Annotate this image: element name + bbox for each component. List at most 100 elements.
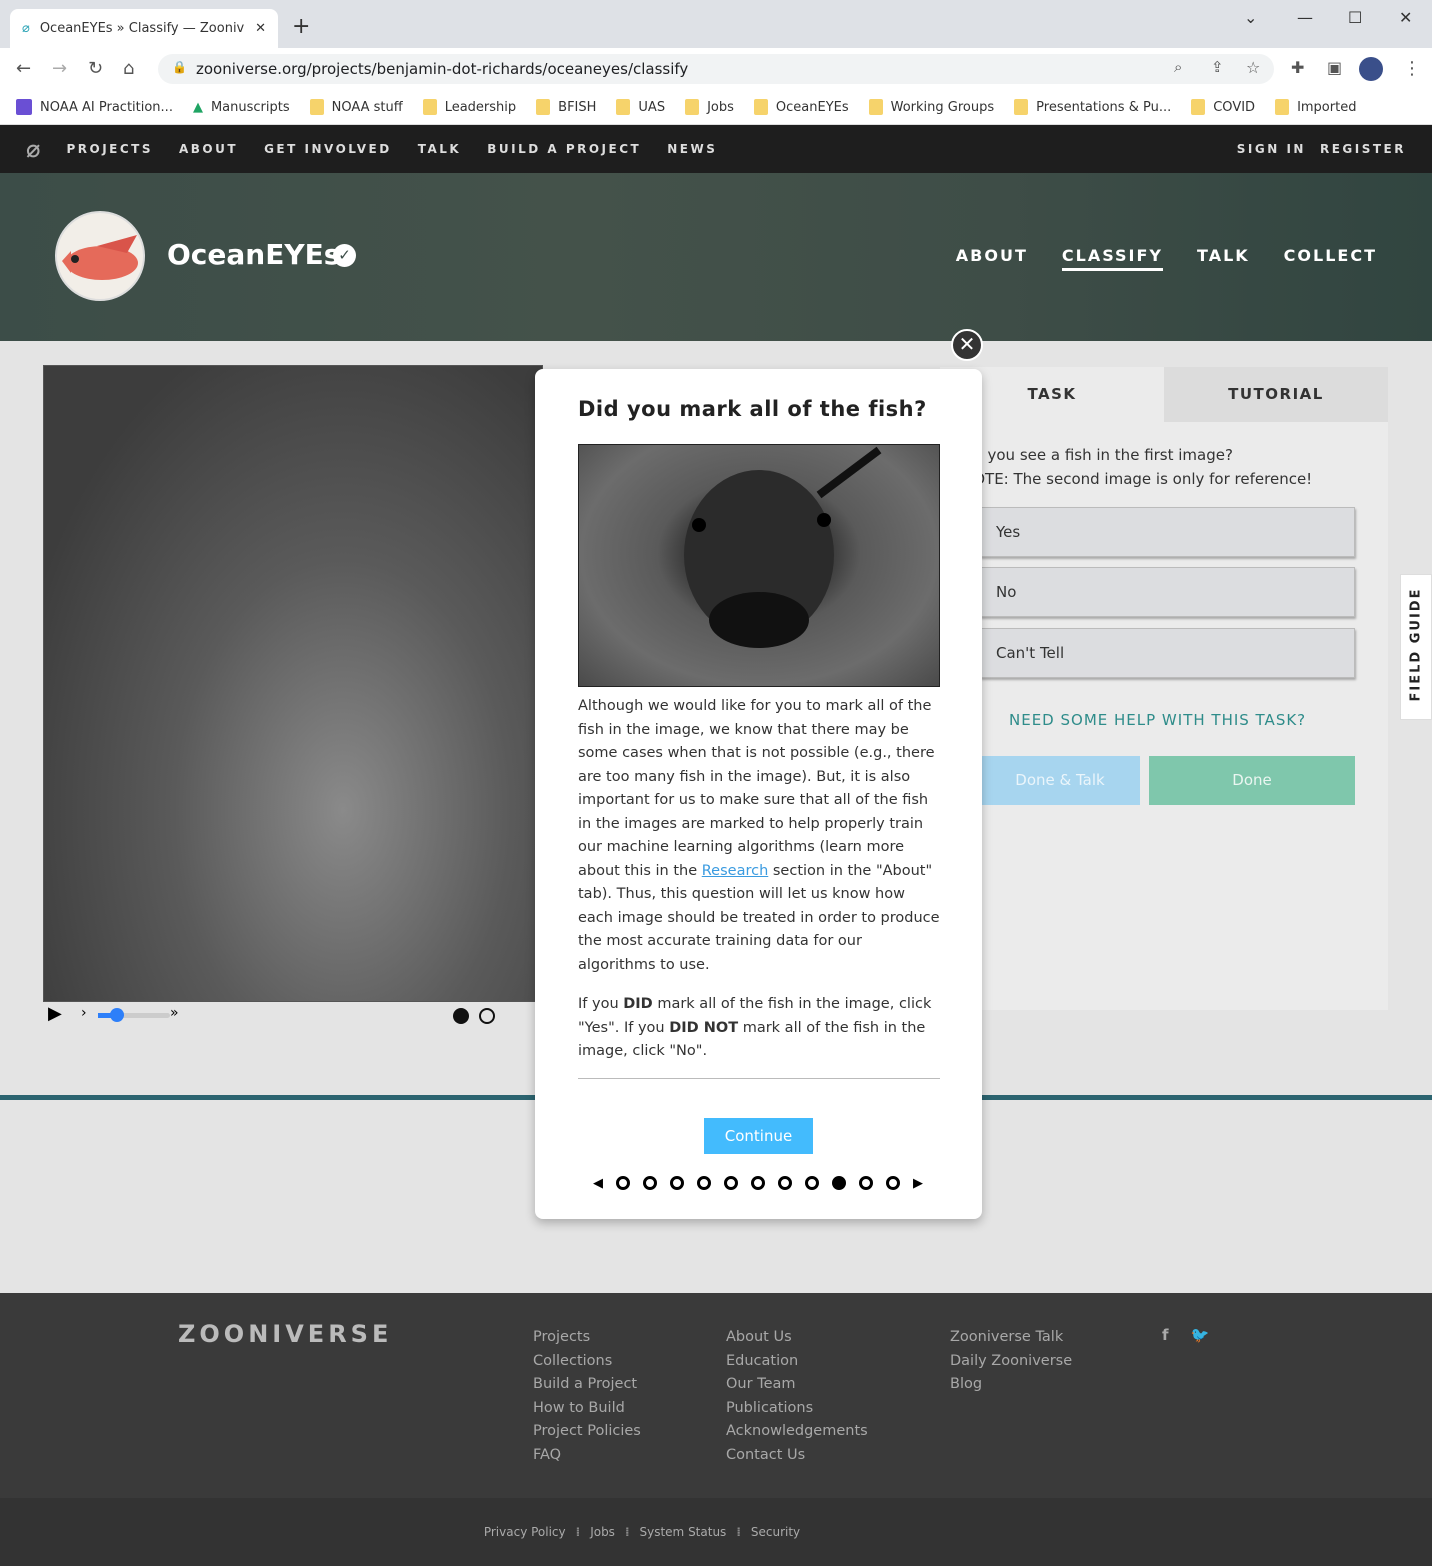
done-button[interactable]: Done [1149,756,1355,805]
bookmark[interactable]: NOAA AI Practition... [16,99,173,115]
answer-yes[interactable]: Yes [980,507,1355,557]
bookmark-star-icon[interactable]: ☆ [1246,58,1260,77]
nav-get-involved[interactable]: GET INVOLVED [264,142,392,156]
bookmark[interactable]: Leadership [422,99,516,115]
step-dot[interactable] [751,1176,765,1190]
project-avatar[interactable] [55,211,145,301]
profile-avatar[interactable] [1359,57,1383,81]
prev-step-icon[interactable]: ◀ [593,1176,603,1191]
fast-forward-icon[interactable]: » [170,1005,179,1021]
security-link[interactable]: Security [751,1525,800,1539]
register-link[interactable]: REGISTER [1320,142,1406,156]
step-dot[interactable] [670,1176,684,1190]
project-nav-talk[interactable]: TALK [1197,246,1250,271]
url-input[interactable]: 🔒 zooniverse.org/projects/benjamin-dot-ri… [158,54,1274,84]
bookmark[interactable]: COVID [1191,99,1255,115]
tab-tutorial[interactable]: TUTORIAL [1164,367,1388,422]
bookmark[interactable]: Jobs [685,99,734,115]
footer-link[interactable]: Collections [533,1350,641,1374]
bookmark[interactable]: UAS [616,99,665,115]
zooniverse-wordmark[interactable]: ZOONIVERSE [178,1320,392,1348]
nav-projects[interactable]: PROJECTS [66,142,153,156]
menu-icon[interactable]: ⋮ [1403,58,1421,79]
zoom-search-icon[interactable]: ⌕ [1174,58,1182,76]
nav-talk[interactable]: TALK [418,142,462,156]
zooniverse-logo-icon[interactable]: ⌀ [26,135,40,163]
twitter-icon[interactable]: 🐦 [1191,1326,1210,1344]
next-step-icon[interactable]: ▶ [913,1176,923,1191]
bookmark[interactable]: Imported [1275,99,1356,115]
footer-link[interactable]: Publications [726,1397,868,1421]
folder-icon [616,99,631,115]
forward-icon[interactable]: → [52,58,67,79]
play-icon[interactable]: ▶ [48,1003,62,1024]
step-dot[interactable] [643,1176,657,1190]
research-link[interactable]: Research [702,863,769,879]
back-icon[interactable]: ← [16,58,31,79]
footer-link[interactable]: How to Build [533,1397,641,1421]
help-link[interactable]: NEED SOME HELP WITH THIS TASK? [1009,711,1306,729]
nav-news[interactable]: NEWS [667,142,717,156]
field-guide-tab[interactable]: FIELD GUIDE [1400,574,1432,720]
project-nav-collect[interactable]: COLLECT [1284,246,1377,271]
new-tab-button[interactable]: + [292,14,310,39]
footer-link[interactable]: About Us [726,1326,868,1350]
footer-link[interactable]: Blog [950,1373,1072,1397]
jobs-link[interactable]: Jobs [590,1525,615,1539]
done-and-talk-button[interactable]: Done & Talk [980,756,1140,805]
footer-link[interactable]: FAQ [533,1444,641,1468]
privacy-policy-link[interactable]: Privacy Policy [484,1525,566,1539]
frame-dot-active[interactable] [453,1008,469,1024]
close-tab-icon[interactable]: ✕ [255,21,266,36]
bookmark[interactable]: Working Groups [868,99,994,115]
step-dot[interactable] [805,1176,819,1190]
step-dot[interactable] [697,1176,711,1190]
step-forward-icon[interactable]: › [81,1005,87,1021]
facebook-icon[interactable]: f [1162,1326,1169,1344]
home-icon[interactable]: ⌂ [123,58,134,79]
bookmark[interactable]: BFISH [536,99,596,115]
footer-link[interactable]: Daily Zooniverse [950,1350,1072,1374]
bookmark[interactable]: OceanEYEs [753,99,849,115]
speed-slider[interactable] [98,1008,170,1022]
footer-link[interactable]: Zooniverse Talk [950,1326,1072,1350]
browser-tab[interactable]: ⌀ OceanEYEs » Classify — Zooniverse ✕ [10,9,278,48]
project-nav-classify[interactable]: CLASSIFY [1061,246,1164,271]
footer-link[interactable]: Our Team [726,1373,868,1397]
close-window-button[interactable]: ✕ [1399,8,1412,27]
footer-link[interactable]: Education [726,1350,868,1374]
side-panel-icon[interactable]: ▣ [1327,58,1342,77]
frame-dot[interactable] [479,1008,495,1024]
sign-in-link[interactable]: SIGN IN [1237,142,1306,156]
share-icon[interactable]: ⇪ [1211,58,1224,76]
footer-link[interactable]: Acknowledgements [726,1420,868,1444]
maximize-button[interactable]: ☐ [1348,8,1362,27]
project-nav-about[interactable]: ABOUT [956,246,1028,271]
reload-icon[interactable]: ↻ [88,58,103,79]
nav-about[interactable]: ABOUT [179,142,238,156]
nav-build[interactable]: BUILD A PROJECT [487,142,641,156]
step-dot[interactable] [616,1176,630,1190]
bookmark[interactable]: ▲ Manuscripts [193,100,290,115]
step-dot[interactable] [859,1176,873,1190]
bookmark[interactable]: NOAA stuff [309,99,403,115]
system-status-link[interactable]: System Status [640,1525,727,1539]
answer-cant-tell[interactable]: Can't Tell [980,628,1355,678]
answer-no[interactable]: No [980,567,1355,617]
footer-link[interactable]: Project Policies [533,1420,641,1444]
bookmark[interactable]: Presentations & Pu... [1014,99,1171,115]
step-dot[interactable] [886,1176,900,1190]
minimize-button[interactable]: — [1297,8,1313,27]
tab-search-icon[interactable]: ⌄ [1244,8,1257,27]
step-dot-active[interactable] [832,1176,846,1190]
footer-link[interactable]: Contact Us [726,1444,868,1468]
extensions-icon[interactable]: ✚ [1291,58,1304,77]
step-dot[interactable] [724,1176,738,1190]
subject-image[interactable] [43,365,543,1002]
footer-link[interactable]: Build a Project [533,1373,641,1397]
footer-link[interactable]: Projects [533,1326,641,1350]
close-modal-button[interactable]: ✕ [951,329,983,361]
folder-icon [1014,99,1029,115]
step-dot[interactable] [778,1176,792,1190]
continue-button[interactable]: Continue [704,1118,813,1154]
